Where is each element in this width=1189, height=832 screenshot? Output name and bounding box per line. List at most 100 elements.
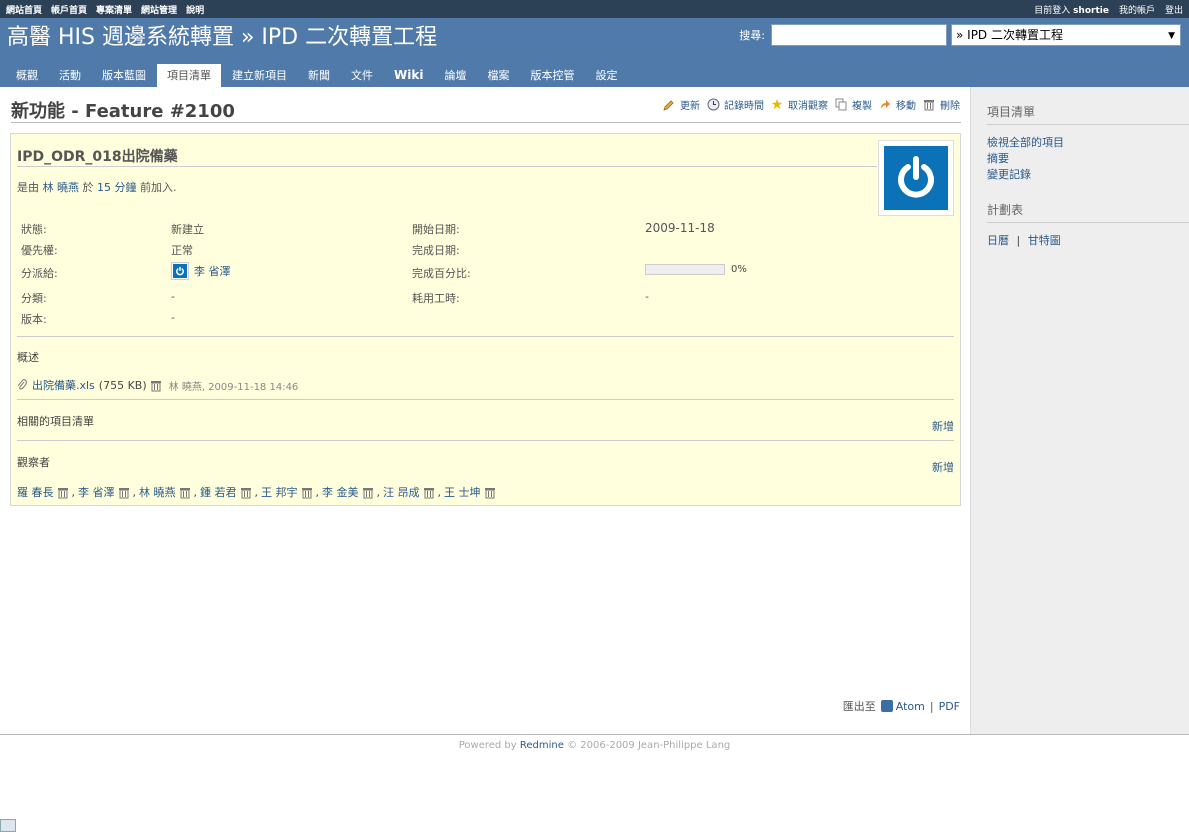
relations-label: 相關的項目清單 [17,415,94,428]
age-link[interactable]: 15 分鐘 [97,181,137,194]
sidebar-link-calendar[interactable]: 日曆 [987,234,1009,247]
footer-suffix: © 2006-2009 Jean-Philippe Lang [567,740,731,751]
watcher-link[interactable]: 羅 春長 [17,484,54,500]
move-label: 移動 [896,101,916,112]
watchers-label: 觀察者 [17,456,50,469]
issue-subject: IPD_ODR_018出院備藥 [17,149,178,165]
trash-icon[interactable] [484,487,496,498]
trash-icon[interactable] [423,487,435,498]
attachment-size: (755 KB) [98,378,147,392]
due-date-label: 完成日期: [412,244,460,257]
watcher-link[interactable]: 林 曉燕 [139,484,176,500]
assignee-link[interactable]: 李 省澤 [194,263,231,279]
attachment-row: 出院備藥.xls (755 KB) 林 曉燕, 2009-11-18 14:46 [17,377,298,393]
spent-time-label: 耗用工時: [412,292,460,305]
author-link[interactable]: 林 曉燕 [43,181,80,194]
subject-divider [17,166,877,167]
top-link-admin[interactable]: 網站管理 [141,3,177,16]
tab-documents[interactable]: 文件 [341,64,383,87]
watcher-link[interactable]: 汪 昂成 [383,484,420,500]
watcher-link[interactable]: 李 金美 [322,484,359,500]
tab-wiki[interactable]: Wiki [384,64,433,87]
pdf-link[interactable]: PDF [939,700,960,713]
issue-author-line: 是由 林 曉燕 於 15 分鐘 前加入. [17,179,177,195]
sidebar-link-changelog[interactable]: 變更記錄 [987,167,1189,183]
logout-link[interactable]: 登出 [1165,3,1183,16]
logged-in-username[interactable]: shortie [1073,6,1109,16]
watcher-link[interactable]: 王 邦宇 [261,484,298,500]
search-input[interactable] [771,24,947,46]
trash-icon[interactable] [118,487,130,498]
top-link-projects[interactable]: 專案清單 [96,3,132,16]
tab-news[interactable]: 新聞 [298,64,340,87]
priority-label: 優先權: [21,244,58,257]
progress-percent: 0% [731,264,747,275]
add-watcher-link[interactable]: 新增 [932,459,954,475]
main: 更新 記錄時間 ★ 取消觀察 複製 移動 刪除 新功能 - Feature #21… [0,87,1189,734]
quick-search: 搜尋: » IPD 二次轉置工程 ▼ [739,24,1181,46]
add-relation-link[interactable]: 新增 [932,418,954,434]
attachment-link[interactable]: 出院備藥.xls [32,377,95,393]
trash-icon [922,98,936,112]
footer: Powered by Redmine © 2006-2009 Jean-Phil… [0,734,1189,758]
trash-icon[interactable] [362,487,374,498]
project-title: 高醫 HIS 週邊系統轉置 » IPD 二次轉置工程 [7,25,438,50]
main-menu: 概觀 活動 版本藍圖 項目清單 建立新項目 新聞 文件 Wiki 論壇 檔案 版… [6,62,628,87]
tab-activity[interactable]: 活動 [49,64,91,87]
start-date-value: 2009-11-18 [645,221,715,235]
trash-icon[interactable] [240,487,252,498]
my-account-link[interactable]: 我的帳戶 [1119,3,1155,16]
export-label: 匯出至 [842,700,876,713]
sidebar-link-summary[interactable]: 摘要 [987,151,1189,167]
export-links: 匯出至 Atom | PDF [843,698,960,714]
tab-roadmap[interactable]: 版本藍圖 [92,64,156,87]
tab-overview[interactable]: 概觀 [6,64,48,87]
delete-label: 刪除 [940,101,960,112]
delete-button[interactable]: 刪除 [922,97,960,112]
watcher-link[interactable]: 鍾 若君 [200,484,237,500]
rss-icon [880,700,893,712]
project-jump-select[interactable]: » IPD 二次轉置工程 ▼ [951,24,1181,46]
description-divider [17,336,954,337]
edit-button[interactable]: 更新 [662,97,700,112]
tab-forums[interactable]: 論壇 [434,64,476,87]
copy-button[interactable]: 複製 [834,97,872,112]
tab-settings[interactable]: 設定 [585,64,627,87]
trash-icon[interactable] [301,487,313,498]
top-link-home[interactable]: 網站首頁 [6,3,42,16]
log-time-button[interactable]: 記錄時間 [706,97,764,112]
assigned-value: 李 省澤 [171,262,231,280]
version-value: - [171,311,175,324]
logged-in-prefix: 目前登入 [1034,5,1071,16]
status-label: 狀態: [21,223,47,236]
tab-issues[interactable]: 項目清單 [157,64,221,87]
watcher-link[interactable]: 李 省澤 [78,484,115,500]
top-menu-left: 網站首頁 帳戶首頁 專案清單 網站管理 說明 [6,0,213,18]
top-link-my-page[interactable]: 帳戶首頁 [51,3,87,16]
trash-icon[interactable] [179,487,191,498]
watcher-link[interactable]: 王 士坤 [444,484,481,500]
sidebar: 項目清單 檢視全部的項目 摘要 變更記錄 計劃表 日曆 | 甘特圖 [977,87,1189,249]
status-value: 新建立 [171,223,204,236]
author-suffix: 前加入. [140,181,177,194]
unwatch-button[interactable]: ★ 取消觀察 [770,97,828,113]
priority-value: 正常 [171,244,193,257]
watchers-list: 羅 春長, 李 省澤, 林 曉燕, 鍾 若君, 王 邦宇, 李 金美, 汪 昂成… [17,484,499,500]
trash-icon[interactable] [150,380,162,391]
move-button[interactable]: 移動 [878,97,916,112]
edit-icon[interactable] [0,819,16,832]
export-separator: | [929,699,934,713]
sidebar-link-all-issues[interactable]: 檢視全部的項目 [987,135,1189,151]
log-time-label: 記錄時間 [724,101,764,112]
done-label: 完成百分比: [412,267,471,280]
header: 高醫 HIS 週邊系統轉置 » IPD 二次轉置工程 搜尋: » IPD 二次轉… [0,18,1189,87]
trash-icon[interactable] [57,487,69,498]
sidebar-link-gantt[interactable]: 甘特圖 [1028,234,1061,247]
top-link-help[interactable]: 說明 [186,3,204,16]
attachment-meta: 林 曉燕, 2009-11-18 14:46 [168,381,299,393]
atom-link[interactable]: Atom [896,700,925,713]
tab-repository[interactable]: 版本控管 [520,64,584,87]
tab-files[interactable]: 檔案 [477,64,519,87]
tab-new-issue[interactable]: 建立新項目 [222,64,297,87]
redmine-link[interactable]: Redmine [520,740,564,751]
